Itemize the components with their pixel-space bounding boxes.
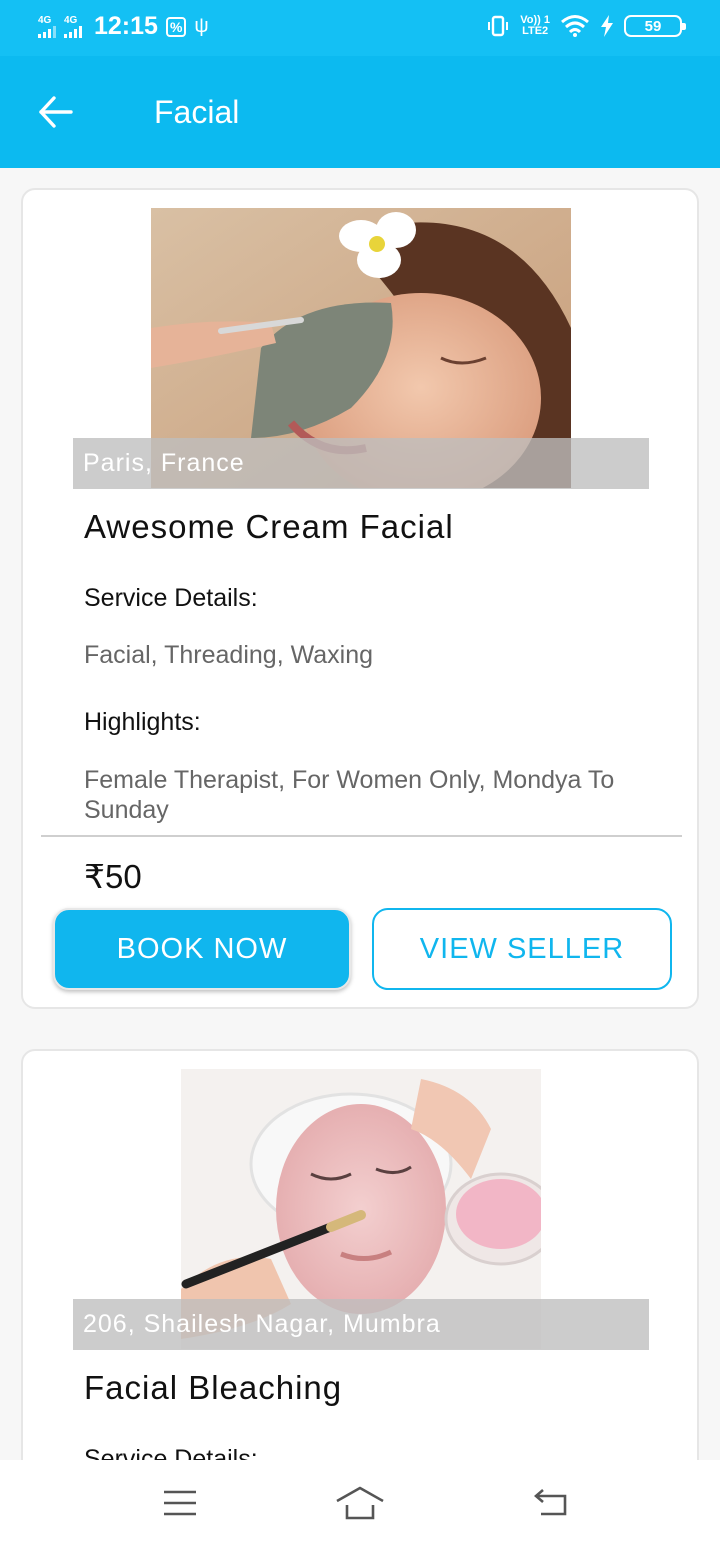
arrow-back-icon: [39, 96, 73, 128]
network-type-2: 4G: [64, 14, 78, 26]
signal-bars-icon: [38, 25, 56, 38]
book-now-button[interactable]: BOOK NOW: [53, 908, 351, 990]
back-nav-button[interactable]: [520, 1480, 580, 1526]
vibrate-icon: [488, 15, 509, 37]
home-icon: [336, 1486, 384, 1520]
service-title: Facial Bleaching: [84, 1369, 343, 1406]
back-nav-icon: [534, 1489, 567, 1516]
page-title: Facial: [154, 94, 240, 130]
clock: 12:15: [94, 12, 158, 40]
status-left: 4G 4G 12:15 % ψ: [38, 12, 209, 41]
app-bar: Facial: [0, 56, 720, 168]
volte-bottom: LTE2: [522, 25, 549, 37]
service-details-label: Service Details:: [84, 584, 258, 612]
status-right: Vo)) 1 LTE2 59: [486, 14, 686, 38]
status-bar: 4G 4G 12:15 % ψ Vo)) 1 LTE2 59: [0, 0, 720, 56]
back-button[interactable]: [36, 92, 76, 132]
location-label: Paris, France: [73, 438, 649, 489]
signal-bars-icon: [64, 25, 82, 38]
location-label: 206, Shailesh Nagar, Mumbra: [73, 1299, 649, 1350]
service-card[interactable]: Paris, France Awesome Cream Facial Servi…: [21, 188, 699, 1009]
system-nav-bar: [0, 1460, 720, 1544]
charging-icon: [601, 15, 613, 37]
network-type-1: 4G: [38, 14, 52, 26]
divider: [41, 835, 682, 837]
menu-button[interactable]: [150, 1480, 210, 1526]
signal-1: 4G: [38, 14, 56, 38]
battery-level: 59: [644, 17, 662, 35]
data-saver-icon: %: [165, 16, 187, 37]
signal-2: 4G: [64, 14, 82, 38]
highlights-label: Highlights:: [84, 708, 201, 736]
menu-icon: [164, 1490, 196, 1516]
volte-indicator: Vo)) 1 LTE2: [520, 15, 550, 37]
price: ₹50: [84, 858, 142, 895]
highlights-value: Female Therapist, For Women Only, Mondya…: [84, 766, 615, 824]
service-card[interactable]: 206, Shailesh Nagar, Mumbra Facial Bleac…: [21, 1049, 699, 1509]
view-seller-button[interactable]: VIEW SELLER: [372, 908, 672, 990]
usb-icon: ψ: [194, 15, 209, 37]
service-details-value: Facial, Threading, Waxing: [84, 641, 374, 669]
battery-icon: 59: [624, 15, 686, 37]
home-button[interactable]: [330, 1480, 390, 1526]
service-title: Awesome Cream Facial: [84, 508, 454, 545]
wifi-icon: [561, 15, 589, 37]
